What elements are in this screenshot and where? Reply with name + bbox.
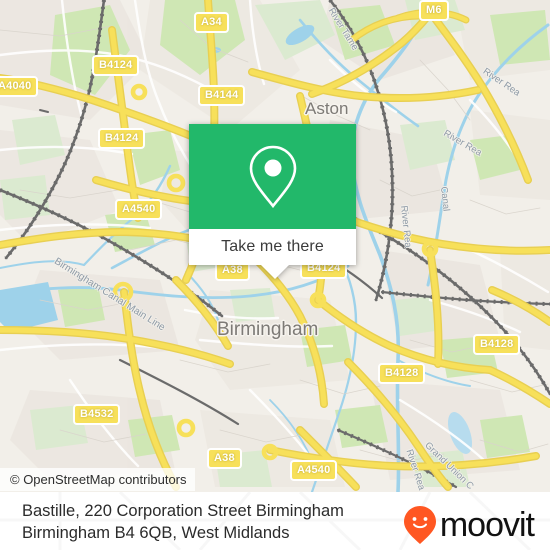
- map-pin-icon: [249, 145, 296, 208]
- shield-b4532[interactable]: B4532: [73, 404, 121, 425]
- moovit-wordmark: moovit: [439, 506, 535, 544]
- shield-b4128-right[interactable]: B4128: [473, 334, 521, 355]
- map-attribution[interactable]: © OpenStreetMap contributors: [0, 468, 195, 491]
- moovit-pin-icon: [403, 506, 436, 544]
- shield-a34[interactable]: A34: [194, 12, 229, 33]
- shield-b4124-top[interactable]: B4124: [92, 55, 140, 76]
- moovit-logo[interactable]: moovit: [403, 505, 535, 545]
- take-me-there-button[interactable]: Take me there: [189, 229, 356, 279]
- shield-m6[interactable]: M6: [419, 0, 449, 21]
- take-me-there-label: Take me there: [221, 238, 324, 255]
- shield-b4144[interactable]: B4144: [198, 85, 246, 106]
- callout-tail: [261, 265, 289, 279]
- shield-a4540-bottom[interactable]: A4540: [290, 460, 338, 481]
- place-label-aston: Aston: [305, 99, 349, 118]
- shield-a4540[interactable]: A4540: [115, 199, 163, 220]
- address-line-2: Birmingham B4 6QB, West Midlands: [22, 524, 290, 542]
- callout-pin-panel: [189, 124, 356, 229]
- location-callout[interactable]: Take me there: [189, 124, 356, 279]
- address-line-1: Bastille, 220 Corporation Street Birming…: [22, 502, 344, 520]
- footer-address: Bastille, 220 Corporation Street Birming…: [22, 500, 344, 544]
- shield-a38-bottom[interactable]: A38: [207, 448, 242, 469]
- shield-b4124[interactable]: B4124: [98, 128, 146, 149]
- map-screenshot: .park { fill:#cfe7b4; } .park2 { fill:#d…: [0, 0, 550, 550]
- footer-bar: Bastille, 220 Corporation Street Birming…: [0, 492, 550, 550]
- place-label-birmingham: Birmingham: [217, 319, 319, 340]
- shield-a4040[interactable]: A4040: [0, 76, 39, 97]
- shield-b4128[interactable]: B4128: [378, 363, 426, 384]
